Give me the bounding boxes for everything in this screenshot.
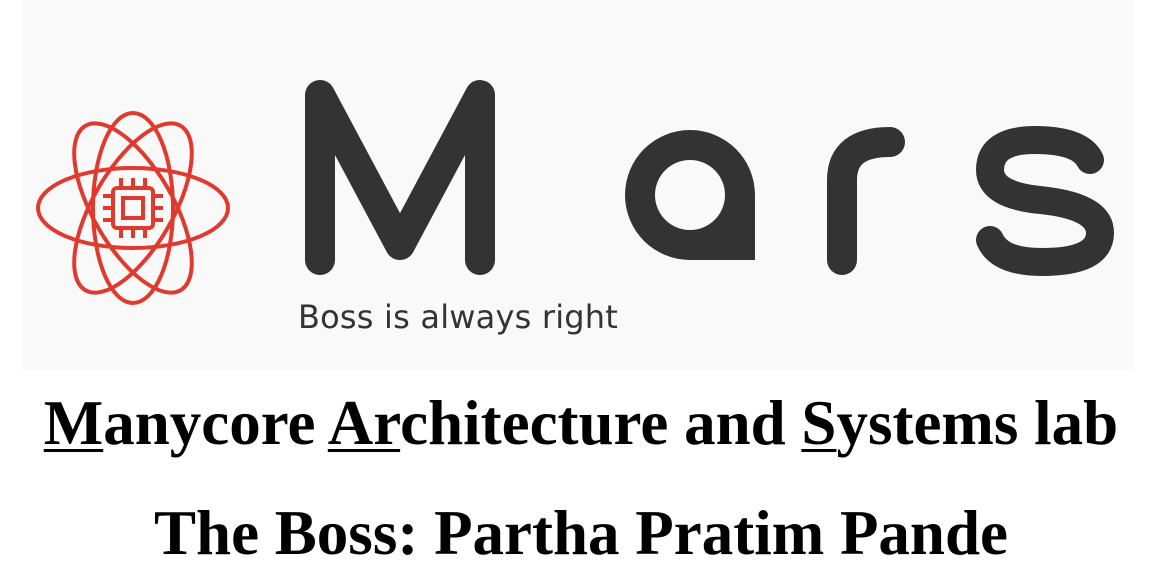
logo-tagline: Boss is always right [298,298,619,336]
page: Boss is always right Manycore Architectu… [0,0,1162,586]
title-segment: chitecture and [400,388,802,458]
title-initial-m: M [43,388,104,458]
title-segment: ystems lab [836,388,1119,458]
boss-line: The Boss: Partha Pratim Pande [154,498,1008,568]
title-initial-s: S [801,388,837,458]
title-segment: anycore [103,388,328,458]
lab-title: Manycore Architecture and Systems lab [0,392,1162,455]
atom-chip-icon [36,111,230,305]
title-initial-ar: Ar [327,388,401,458]
mars-wordmark-logo [305,80,1115,277]
